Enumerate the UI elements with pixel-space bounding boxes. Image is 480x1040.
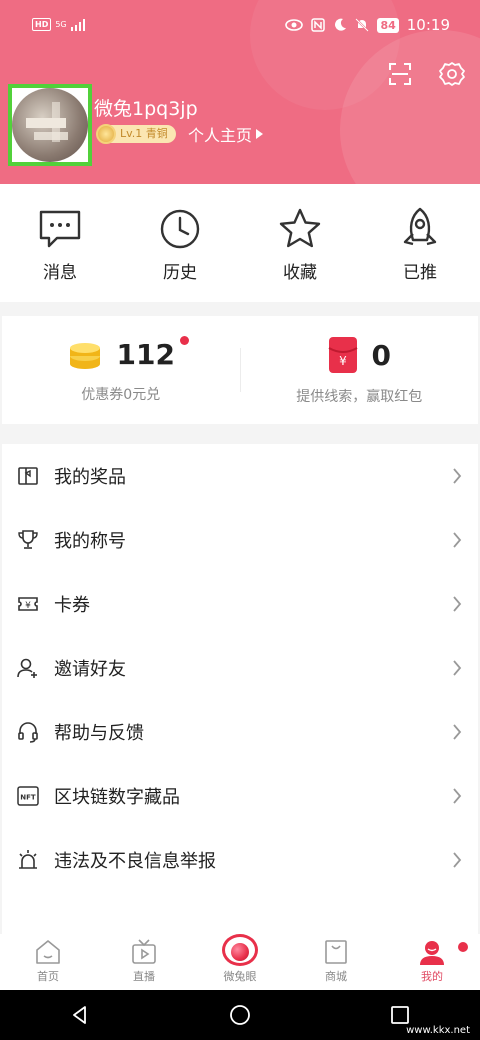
chevron-right-icon <box>453 660 462 676</box>
menu-item-blockchain-collectibles[interactable]: NFT 区块链数字藏品 <box>2 764 478 828</box>
network-indicator: 5G <box>55 19 67 29</box>
quick-action-label: 收藏 <box>283 263 317 283</box>
chevron-right-icon <box>453 852 462 868</box>
username[interactable]: 微兔1pq3jp <box>94 94 198 121</box>
notification-dot <box>179 336 189 345</box>
level-text: Lv.1 青铜 <box>110 125 176 143</box>
nav-label: 我的 <box>421 970 443 983</box>
quick-action-label: 历史 <box>163 263 197 283</box>
headset-icon <box>18 722 38 743</box>
nav-mine[interactable]: 我的 <box>384 934 480 990</box>
nft-icon: NFT <box>17 786 39 806</box>
nav-weitu-eye[interactable]: 微兔眼 <box>192 934 288 990</box>
quick-action-messages[interactable]: 消息 <box>0 184 120 302</box>
coupon-stat[interactable]: 112 优惠券0元兑 <box>2 316 240 424</box>
menu-label: 区块链数字藏品 <box>54 787 180 808</box>
hd-indicator: HD <box>32 18 52 31</box>
menu-label: 邀请好友 <box>54 659 126 680</box>
scan-icon[interactable] <box>386 60 414 88</box>
quick-action-pushed[interactable]: 已推 <box>360 184 480 302</box>
svg-text:NFT: NFT <box>20 794 36 802</box>
chevron-right-icon <box>453 468 462 484</box>
nav-live[interactable]: 直播 <box>96 934 192 990</box>
caret-right-icon <box>256 129 264 139</box>
redpacket-caption: 提供线索，赢取红包 <box>296 389 423 405</box>
chevron-right-icon <box>453 788 462 804</box>
chevron-right-icon <box>453 532 462 548</box>
trophy-icon <box>18 530 38 549</box>
notification-dot <box>458 942 468 952</box>
status-time: 10:19 <box>406 16 450 34</box>
tv-icon <box>132 939 156 964</box>
nfc-icon <box>311 18 326 32</box>
star-icon <box>279 208 321 248</box>
moon-icon <box>335 18 347 31</box>
nav-label: 商城 <box>325 970 347 983</box>
quick-action-favorites[interactable]: 收藏 <box>240 184 360 302</box>
avatar[interactable] <box>8 84 92 166</box>
ticket-icon: ¥ <box>18 597 38 611</box>
menu-item-invite-friends[interactable]: 邀请好友 <box>2 636 478 700</box>
menu-item-my-prizes[interactable]: 我的奖品 <box>2 444 478 508</box>
stats-card: 112 优惠券0元兑 ¥ 0 提供线索，赢取红包 <box>2 316 478 424</box>
home-icon <box>36 940 60 964</box>
menu-label: 帮助与反馈 <box>54 723 144 744</box>
profile-header: HD 5G 84 10:19 微兔1pq3jp Lv.1 青铜 个人主页 <box>0 0 480 184</box>
svg-text:¥: ¥ <box>339 354 347 368</box>
menu-item-help-feedback[interactable]: 帮助与反馈 <box>2 700 478 764</box>
eye-icon <box>222 934 258 966</box>
quick-action-label: 已推 <box>403 263 437 283</box>
homepage-label: 个人主页 <box>188 126 253 145</box>
system-navigation-bar: www.kkx.net <box>0 990 480 1040</box>
nav-label: 直播 <box>133 970 155 983</box>
nav-label: 微兔眼 <box>223 970 257 983</box>
eye-status-icon <box>285 19 304 31</box>
nav-home[interactable]: 首页 <box>0 934 96 990</box>
shopping-bag-icon <box>325 940 347 964</box>
level-badge[interactable]: Lv.1 青铜 <box>96 124 176 144</box>
recents-icon[interactable] <box>389 1004 411 1026</box>
nav-mall[interactable]: 商城 <box>288 934 384 990</box>
battery-indicator: 84 <box>377 17 399 33</box>
menu-label: 我的称号 <box>54 531 126 552</box>
signal-icon <box>70 18 85 31</box>
coupon-count: 112 <box>116 337 175 371</box>
watermark: www.kkx.net <box>406 1025 470 1036</box>
red-packet-icon: ¥ <box>328 337 357 373</box>
coupon-caption: 优惠券0元兑 <box>81 387 161 403</box>
redpacket-stat[interactable]: ¥ 0 提供线索，赢取红包 <box>241 316 479 424</box>
invite-user-icon <box>17 658 37 678</box>
svg-text:¥: ¥ <box>25 601 31 611</box>
home-circle-icon[interactable] <box>229 1004 251 1026</box>
prize-icon <box>18 467 38 485</box>
menu-label: 违法及不良信息举报 <box>54 851 216 872</box>
gold-coins-icon <box>69 343 100 369</box>
settings-gear-icon[interactable] <box>438 60 466 88</box>
chevron-right-icon <box>453 596 462 612</box>
rocket-icon <box>403 207 437 246</box>
profile-icon <box>420 941 444 965</box>
quick-actions: 消息 历史 收藏 已推 <box>0 184 480 302</box>
redpacket-count: 0 <box>371 338 391 372</box>
quick-action-history[interactable]: 历史 <box>120 184 240 302</box>
avatar-image <box>12 88 88 162</box>
personal-homepage-link[interactable]: 个人主页 <box>188 122 264 146</box>
menu-item-card-coupons[interactable]: ¥ 卡券 <box>2 572 478 636</box>
menu-item-report-illegal-content[interactable]: 违法及不良信息举报 <box>2 828 478 892</box>
alarm-icon <box>19 850 37 869</box>
menu-label: 卡券 <box>54 595 90 616</box>
chevron-right-icon <box>453 724 462 740</box>
level-medal-icon <box>96 124 116 144</box>
bottom-navigation: 首页 直播 微兔眼 商城 我的 <box>0 934 480 990</box>
menu-list: 我的奖品 我的称号 ¥ 卡券 邀请好友 帮助与反馈 NFT 区块链数字藏品 违法… <box>2 444 478 934</box>
menu-label: 我的奖品 <box>54 467 126 488</box>
quick-action-label: 消息 <box>43 263 77 283</box>
mute-bell-icon <box>355 18 370 32</box>
back-icon[interactable] <box>69 1004 91 1026</box>
clock-icon <box>160 209 200 249</box>
message-icon <box>39 210 81 248</box>
nav-label: 首页 <box>37 970 59 983</box>
menu-item-my-titles[interactable]: 我的称号 <box>2 508 478 572</box>
status-bar: HD 5G 84 10:19 <box>0 0 480 56</box>
